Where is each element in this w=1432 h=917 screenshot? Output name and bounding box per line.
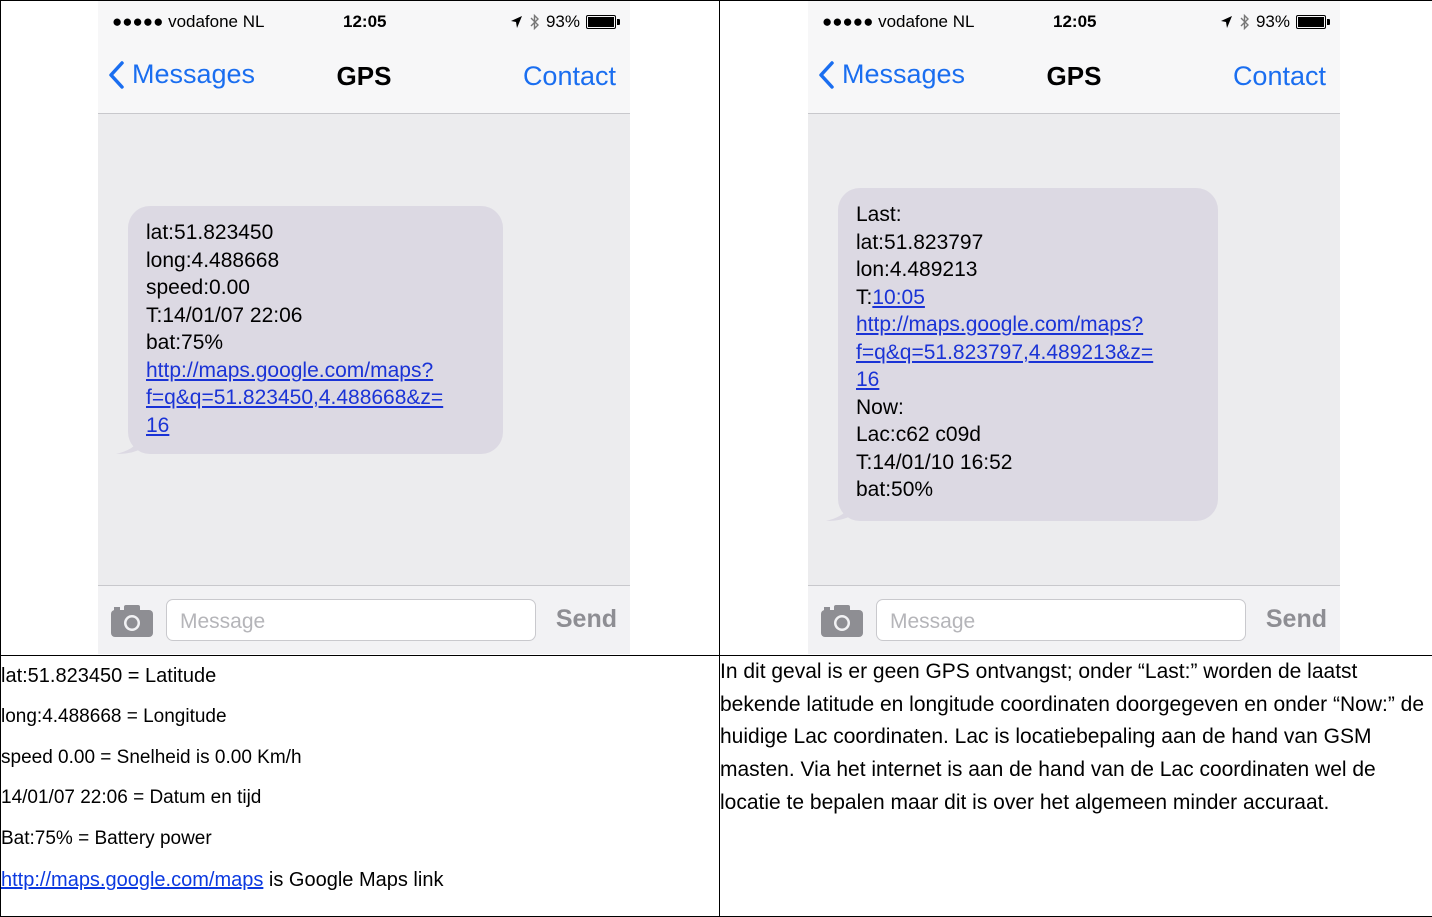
location-arrow-icon — [1220, 16, 1232, 28]
phone-screenshot-right: ●●●●● vodafone NL 12:05 93% Messages GPS — [808, 1, 1340, 654]
send-button[interactable]: Send — [1266, 605, 1327, 634]
message-toolbar: Message Send — [98, 585, 630, 654]
maps-link[interactable]: f=q&q=51.823450,4.488668&z= — [146, 384, 485, 412]
message-line: T:10:05 — [856, 284, 1200, 312]
conversation-area: lat:51.823450 long:4.488668 speed:0.00 T… — [98, 114, 630, 585]
right-screenshot-cell: ●●●●● vodafone NL 12:05 93% Messages GPS — [719, 0, 1432, 656]
battery-percent: 93% — [1255, 12, 1290, 31]
maps-link[interactable]: f=q&q=51.823797,4.489213&z= — [856, 339, 1200, 367]
contact-button[interactable]: Contact — [523, 61, 616, 92]
google-maps-link[interactable]: http://maps.google.com/maps — [1, 869, 263, 891]
status-bar: ●●●●● vodafone NL 12:05 93% — [98, 1, 630, 41]
time-prefix: T: — [856, 285, 873, 309]
send-button[interactable]: Send — [556, 605, 617, 634]
status-time: 12:05 — [1053, 12, 1097, 31]
message-line: speed:0.00 — [146, 276, 250, 299]
message-line: lon:4.489213 — [856, 258, 978, 281]
message-line: lat:51.823797 — [856, 230, 984, 254]
bubble-tail — [826, 497, 852, 521]
status-bar: ●●●●● vodafone NL 12:05 93% — [808, 1, 1340, 41]
message-input[interactable]: Message — [166, 599, 536, 641]
message-line: Lac:c62 c09d — [856, 423, 981, 446]
caption-line: Bat:75% = Battery power — [1, 828, 212, 850]
caption-line: 14/01/07 22:06 = Datum en tijd — [1, 787, 262, 809]
caption-left: lat:51.823450 = Latitude long:4.488668 =… — [0, 655, 720, 917]
bluetooth-icon — [530, 14, 539, 30]
message-line: bat:50% — [856, 478, 934, 501]
carrier-label: ●●●●● vodafone NL — [112, 12, 265, 31]
message-line: lat:51.823450 — [146, 221, 274, 244]
nav-bar: Messages GPS Contact — [808, 41, 1340, 114]
location-arrow-icon — [510, 16, 522, 28]
battery-percent: 93% — [545, 12, 580, 31]
bubble-tail — [116, 430, 142, 454]
time-link[interactable]: 10:05 — [872, 286, 925, 309]
battery-icon — [586, 15, 620, 29]
message-line: T:14/01/07 22:06 — [146, 303, 303, 327]
camera-icon[interactable] — [110, 604, 154, 638]
left-screenshot-cell: ●●●●● vodafone NL 12:05 93% Messages GPS — [0, 0, 720, 656]
message-bubble: Last: lat:51.823797 lon:4.489213 T:10:05… — [826, 188, 1218, 521]
battery-icon — [1296, 15, 1330, 29]
bluetooth-icon — [1240, 14, 1249, 30]
message-line: bat:75% — [146, 331, 224, 354]
status-right: 93% — [510, 12, 620, 32]
conversation-area: Last: lat:51.823797 lon:4.489213 T:10:05… — [808, 114, 1340, 585]
caption-link-suffix: is Google Maps link — [263, 868, 444, 891]
message-line: T:14/01/10 16:52 — [856, 450, 1013, 474]
contact-button[interactable]: Contact — [1233, 61, 1326, 92]
message-line: Last: — [856, 203, 902, 226]
message-input[interactable]: Message — [876, 599, 1246, 641]
maps-link[interactable]: 16 — [146, 412, 485, 440]
caption-line: speed 0.00 = Snelheid is 0.00 Km/h — [1, 746, 302, 768]
caption-link-line: http://maps.google.com/maps is Google Ma… — [1, 860, 719, 901]
message-line: long:4.488668 — [146, 248, 280, 272]
maps-link[interactable]: http://maps.google.com/maps? — [146, 357, 485, 385]
caption-paragraph: In dit geval is er geen GPS ontvangst; o… — [720, 660, 1425, 814]
camera-icon[interactable] — [820, 604, 864, 638]
nav-bar: Messages GPS Contact — [98, 41, 630, 114]
message-bubble: lat:51.823450 long:4.488668 speed:0.00 T… — [116, 206, 503, 454]
caption-line: long:4.488668 = Longitude — [1, 705, 227, 727]
caption-right: In dit geval is er geen GPS ontvangst; o… — [719, 655, 1432, 917]
carrier-label: ●●●●● vodafone NL — [822, 12, 975, 31]
message-toolbar: Message Send — [808, 585, 1340, 654]
maps-link[interactable]: http://maps.google.com/maps? — [856, 311, 1200, 339]
message-line: Now: — [856, 395, 904, 419]
status-time: 12:05 — [343, 12, 387, 31]
phone-screenshot-left: ●●●●● vodafone NL 12:05 93% Messages GPS — [98, 1, 630, 654]
maps-link[interactable]: 16 — [856, 366, 1200, 394]
document-table: ●●●●● vodafone NL 12:05 93% Messages GPS — [0, 0, 1432, 917]
caption-line: lat:51.823450 = Latitude — [1, 665, 217, 687]
status-right: 93% — [1220, 12, 1330, 32]
